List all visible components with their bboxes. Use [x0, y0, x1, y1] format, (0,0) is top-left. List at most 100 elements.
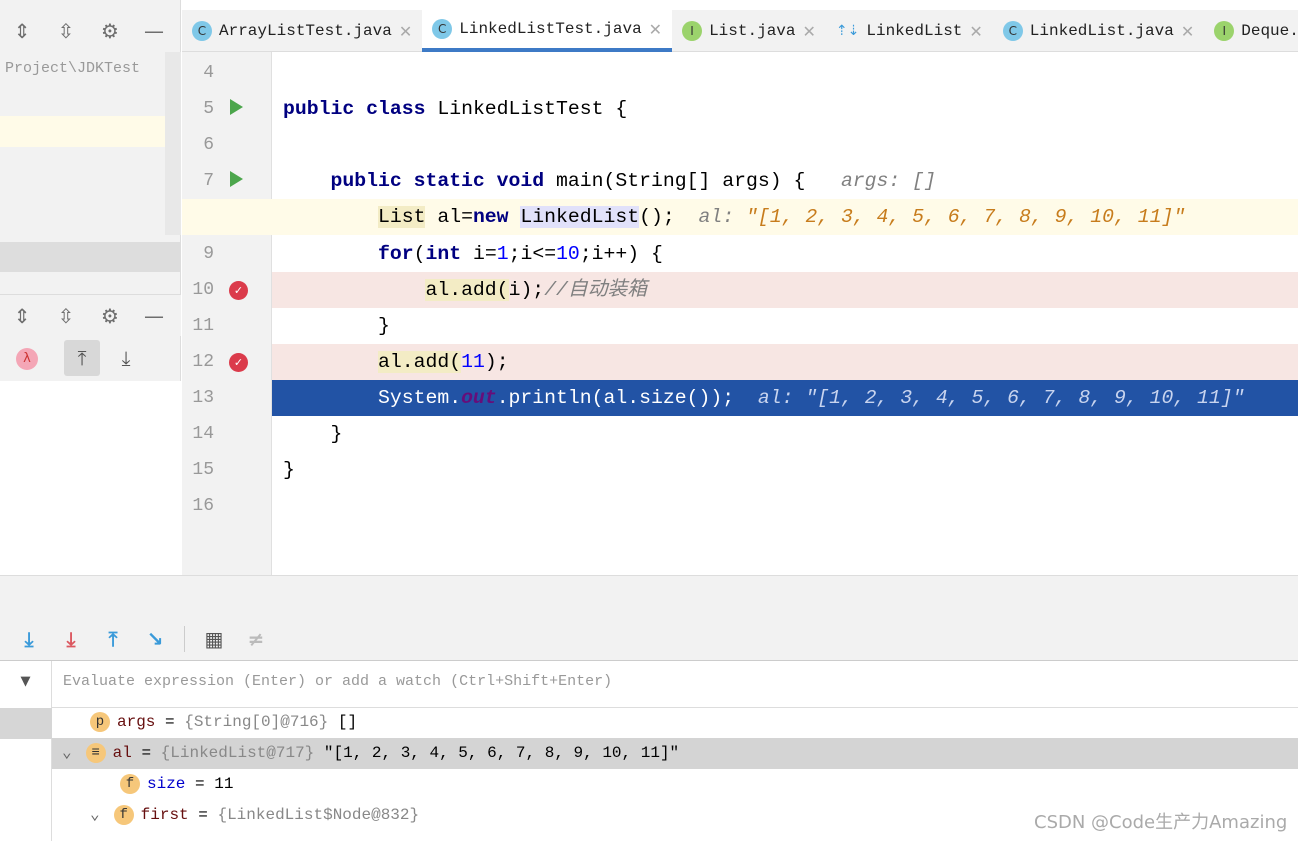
- code-token: int: [425, 242, 473, 265]
- expand-all-icon[interactable]: ⇕: [0, 19, 44, 43]
- dropdown-arrow-icon[interactable]: ▼: [0, 674, 51, 689]
- minimize-icon[interactable]: —: [132, 19, 176, 43]
- variable-size[interactable]: f size = 11: [52, 769, 1298, 800]
- line-number: 14: [192, 424, 214, 444]
- code-token: List: [377, 206, 426, 229]
- scrollbar[interactable]: [165, 52, 181, 235]
- code-line[interactable]: al.add(i);//自动装箱: [272, 271, 1298, 308]
- expand-chevron-icon[interactable]: ⌄: [90, 806, 100, 824]
- project-panel: ⇕ ⇳ ⚙ — Project\JDKTest ⇕ ⇳ ⚙ — λ ⤒ ⤓: [0, 0, 181, 575]
- tab-linkedlisttest-java[interactable]: C LinkedListTest.java ✕: [422, 10, 673, 52]
- line-number: 16: [192, 496, 214, 517]
- line-number: 4: [203, 63, 214, 83]
- code-line[interactable]: }: [272, 308, 1298, 344]
- selected-row: [0, 116, 181, 147]
- code-line[interactable]: public static void main(String[] args) {…: [272, 163, 1298, 199]
- code-token: LinkedListTest {: [437, 98, 628, 121]
- debugger-toolbar: ⤓ ⤓ ⤒ ↘ ▦ ≠: [0, 617, 1298, 661]
- variable-name: first: [140, 806, 189, 824]
- code-token: (: [413, 242, 426, 265]
- code-token: 10: [556, 242, 580, 265]
- code-token: al.add(: [377, 350, 462, 373]
- close-icon[interactable]: ✕: [969, 22, 982, 41]
- tab-arraylisttest-java[interactable]: C ArrayListTest.java ✕: [182, 10, 422, 52]
- line-number: 6: [203, 135, 214, 156]
- code-token: for: [377, 242, 414, 265]
- run-icon[interactable]: [230, 171, 243, 188]
- gear-icon[interactable]: ⚙: [88, 304, 132, 328]
- interface-icon: I: [682, 21, 703, 41]
- line-number: 10: [192, 279, 214, 300]
- close-icon[interactable]: ✕: [399, 22, 412, 41]
- code-line[interactable]: for(int i=1;i<=10;i++) {: [272, 236, 1298, 272]
- code-line[interactable]: [272, 488, 1298, 524]
- code-token: "[1, 2, 3, 4, 5, 6, 7, 8, 9, 10, 11]": [805, 386, 1245, 409]
- run-to-cursor-icon[interactable]: ↘: [134, 627, 176, 651]
- step-into-frame-icon[interactable]: ⤓: [108, 340, 144, 376]
- step-out-icon[interactable]: ⤒: [92, 627, 134, 651]
- variable-name: size: [147, 775, 186, 793]
- equals: =: [185, 775, 215, 793]
- close-icon[interactable]: ✕: [1181, 22, 1194, 41]
- variable-al[interactable]: ⌄ ≡ al = {LinkedList@717} "[1, 2, 3, 4, 5,…: [52, 738, 1298, 769]
- breakpoint-icon[interactable]: ✓: [229, 352, 248, 372]
- code-line[interactable]: }: [272, 416, 1298, 452]
- code-token: ;i++) {: [579, 242, 663, 265]
- line-number: 5: [203, 99, 214, 120]
- step-over-icon[interactable]: ⤓: [8, 627, 50, 651]
- step-out-frame-icon[interactable]: ⤒: [64, 340, 100, 376]
- evaluate-expression-input[interactable]: Evaluate expression (Enter) or add a wat…: [63, 673, 612, 690]
- panel-divider: [0, 242, 181, 272]
- code-token: al.add(: [425, 278, 509, 301]
- run-icon[interactable]: [230, 99, 243, 116]
- interface-icon: I: [1214, 21, 1235, 41]
- code-line[interactable]: List al=new LinkedList(); al: "[1, 2, 3,…: [182, 199, 1298, 236]
- tab-label: ArrayListTest.java: [219, 22, 392, 40]
- tab-linkedlist-java[interactable]: C LinkedList.java ✕: [993, 10, 1204, 52]
- variable-args[interactable]: p args = {String[0]@716} []: [52, 707, 1298, 738]
- line-number: 7: [203, 171, 214, 192]
- trace-icon[interactable]: ≠: [235, 627, 277, 651]
- expand-all-icon[interactable]: ⇕: [0, 304, 44, 328]
- force-step-into-icon[interactable]: ⤓: [50, 627, 92, 651]
- close-icon[interactable]: ✕: [649, 20, 662, 39]
- collapse-all-icon[interactable]: ⇳: [44, 304, 88, 328]
- tab-label: LinkedList.java: [1029, 22, 1174, 40]
- breakpoint-icon[interactable]: ✓: [229, 280, 248, 300]
- code-line[interactable]: [272, 127, 1298, 163]
- close-icon[interactable]: ✕: [803, 22, 816, 41]
- line-number: 15: [192, 460, 214, 481]
- code-token: public static void: [330, 170, 557, 193]
- tab-deque-java[interactable]: IDeque.java✕: [1204, 10, 1298, 52]
- minimize-icon[interactable]: —: [132, 304, 176, 328]
- tab-label: LinkedList: [866, 22, 963, 40]
- hierarchy-icon: ⇡⇣: [835, 23, 860, 39]
- tab-label: Deque.java: [1241, 22, 1298, 40]
- code-line[interactable]: System.out.println(al.size()); al: "[1, …: [272, 379, 1298, 416]
- code-token: }: [283, 423, 343, 445]
- project-path[interactable]: Project\JDKTest: [5, 60, 140, 77]
- variable-name: args: [117, 713, 156, 731]
- code-token: LinkedList: [520, 206, 640, 229]
- field-icon: f: [113, 804, 134, 825]
- code-token: al=: [425, 206, 473, 229]
- tab-list-java[interactable]: I List.java ✕: [672, 10, 826, 52]
- variable-value: []: [328, 713, 358, 731]
- tab-linkedlist[interactable]: ⇡⇣ LinkedList ✕: [826, 10, 993, 52]
- collapse-all-icon[interactable]: ⇳: [44, 19, 88, 43]
- code-line[interactable]: [272, 55, 1298, 91]
- code-token: }: [283, 314, 390, 337]
- expand-chevron-icon[interactable]: ⌄: [62, 744, 72, 762]
- code-line[interactable]: public class LinkedListTest {: [272, 91, 1298, 127]
- gear-icon[interactable]: ⚙: [88, 19, 132, 43]
- project-toolbar: ⇕ ⇳ ⚙ —: [0, 10, 180, 52]
- debug-frames-toolbar: ⇕ ⇳ ⚙ —: [0, 294, 181, 336]
- tab-label: LinkedListTest.java: [459, 20, 642, 38]
- code-line[interactable]: al.add(11);: [272, 343, 1298, 380]
- evaluate-expression-icon[interactable]: ▦: [193, 627, 235, 651]
- lambda-icon[interactable]: λ: [16, 348, 38, 370]
- code-line[interactable]: }: [272, 452, 1298, 488]
